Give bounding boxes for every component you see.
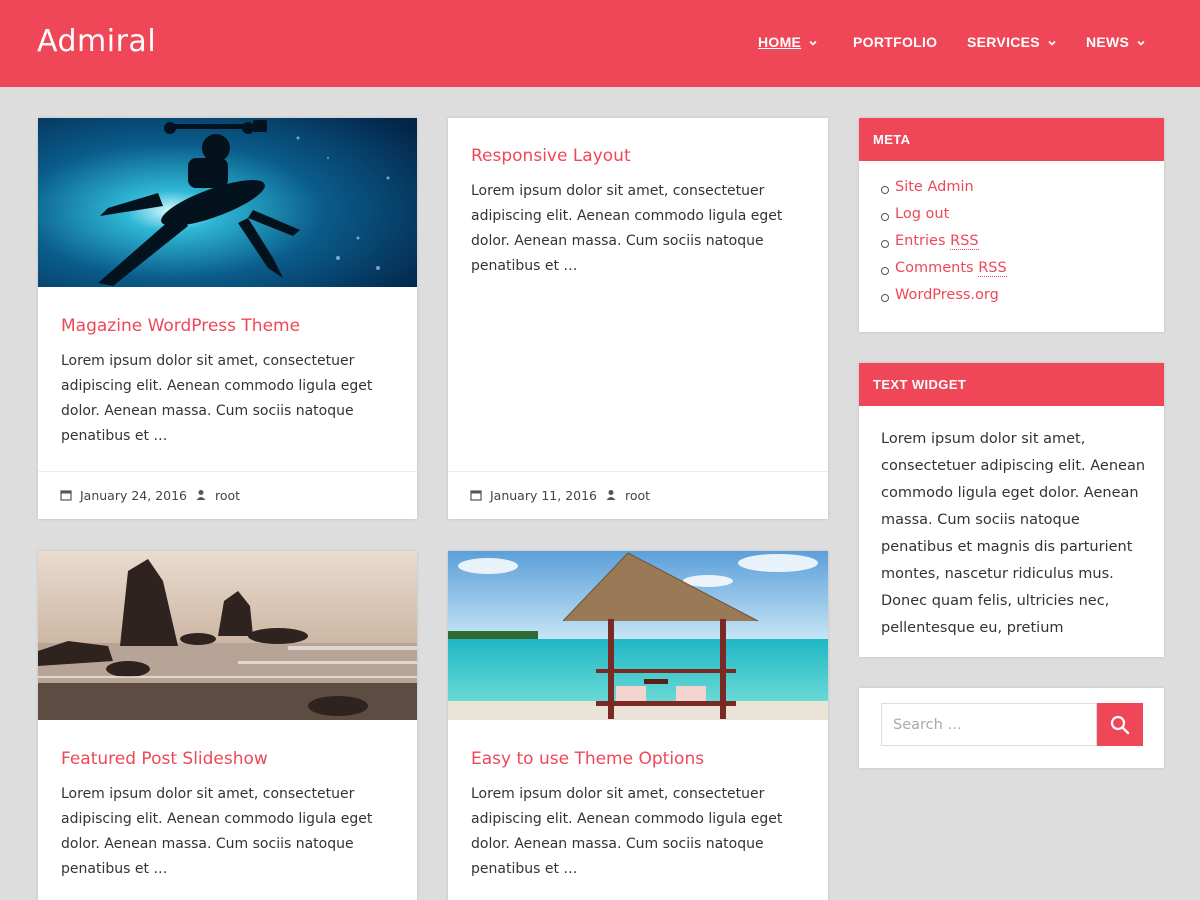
calendar-icon [470, 490, 482, 501]
post-excerpt: Lorem ipsum dolor sit amet, consectetuer… [471, 786, 783, 877]
meta-link-wordpress-org[interactable]: WordPress.org [881, 287, 1164, 314]
post-title[interactable]: Easy to use Theme Options [471, 749, 704, 769]
nav-item-label: SERVICES [967, 34, 1040, 50]
nav-item-label: HOME [758, 34, 802, 50]
post-card: Featured Post Slideshow Lorem ipsum dolo… [38, 551, 417, 900]
widget-title: TEXT WIDGET [859, 363, 1164, 406]
calendar-icon [60, 490, 72, 501]
nav-item-portfolio[interactable]: PORTFOLIO [853, 34, 937, 50]
site-title[interactable]: Admiral [37, 24, 156, 59]
post-title[interactable]: Responsive Layout [471, 146, 631, 166]
search-input[interactable] [881, 703, 1097, 746]
post-date-text: January 11, 2016 [489, 488, 598, 503]
nav-item-services[interactable]: SERVICES [967, 34, 1057, 50]
post-author[interactable]: root [605, 488, 650, 503]
site-header: Admiral HOME PORTFOLIO SERVICES NEWS [0, 0, 1200, 87]
search-icon [1110, 715, 1130, 735]
chevron-down-icon [1048, 41, 1056, 46]
nav-item-home[interactable]: HOME [758, 34, 818, 50]
meta-link-label: Comments [895, 260, 979, 276]
post-card: Responsive Layout Lorem ipsum dolor sit … [448, 118, 828, 519]
user-icon [196, 490, 206, 500]
post-excerpt: Lorem ipsum dolor sit amet, consectetuer… [61, 786, 373, 877]
text-widget-body: Lorem ipsum dolor sit amet, consectetuer… [881, 431, 1146, 636]
search-button[interactable] [1097, 703, 1143, 746]
chevron-down-icon [809, 41, 817, 46]
widget-title: META [859, 118, 1164, 161]
meta-link-label: Site Admin [895, 179, 974, 195]
post-excerpt: Lorem ipsum dolor sit amet, consectetuer… [61, 353, 373, 444]
post-card: Easy to use Theme Options Lorem ipsum do… [448, 551, 828, 900]
meta-link-entries-rss[interactable]: Entries RSS [881, 233, 1164, 260]
bullet-icon [881, 294, 889, 302]
post-excerpt: Lorem ipsum dolor sit amet, consectetuer… [471, 183, 783, 274]
post-meta: January 24, 2016 root [38, 471, 417, 519]
meta-link-site-admin[interactable]: Site Admin [881, 179, 1164, 206]
post-thumbnail-beach-hut[interactable] [448, 551, 828, 720]
meta-link-comments-rss[interactable]: Comments RSS [881, 260, 1164, 287]
post-title[interactable]: Featured Post Slideshow [61, 749, 268, 769]
meta-link-list: Site Admin Log out Entries RSS Comments … [859, 161, 1164, 314]
post-author-text: root [624, 488, 651, 503]
meta-link-label: Entries [895, 233, 951, 249]
nav-item-news[interactable]: NEWS [1086, 34, 1146, 50]
post-card: Magazine WordPress Theme Lorem ipsum dol… [38, 118, 417, 519]
bullet-icon [881, 267, 889, 275]
bullet-icon [881, 213, 889, 221]
meta-link-label: Log out [895, 206, 950, 222]
meta-link-label: WordPress.org [895, 287, 999, 303]
post-author[interactable]: root [195, 488, 240, 503]
post-author-text: root [214, 488, 241, 503]
search-widget [859, 688, 1164, 768]
nav-item-label: NEWS [1086, 34, 1130, 50]
nav-item-label: PORTFOLIO [853, 34, 938, 50]
bullet-icon [881, 186, 889, 194]
post-thumbnail-scuba-diver[interactable] [38, 118, 417, 287]
text-widget: TEXT WIDGET Lorem ipsum dolor sit amet, … [859, 363, 1164, 657]
bullet-icon [881, 240, 889, 248]
rss-abbreviation: RSS [950, 233, 979, 250]
post-meta: January 11, 2016 root [448, 471, 828, 519]
post-thumbnail-rocky-coast[interactable] [38, 551, 417, 720]
rss-abbreviation: RSS [978, 260, 1007, 277]
post-date-text: January 24, 2016 [79, 488, 188, 503]
meta-link-log-out[interactable]: Log out [881, 206, 1164, 233]
user-icon [606, 490, 616, 500]
meta-widget: META Site Admin Log out Entries RSS Comm… [859, 118, 1164, 332]
post-title[interactable]: Magazine WordPress Theme [61, 316, 300, 336]
post-date[interactable]: January 24, 2016 [60, 488, 187, 503]
post-date[interactable]: January 11, 2016 [470, 488, 597, 503]
chevron-down-icon [1137, 41, 1145, 46]
